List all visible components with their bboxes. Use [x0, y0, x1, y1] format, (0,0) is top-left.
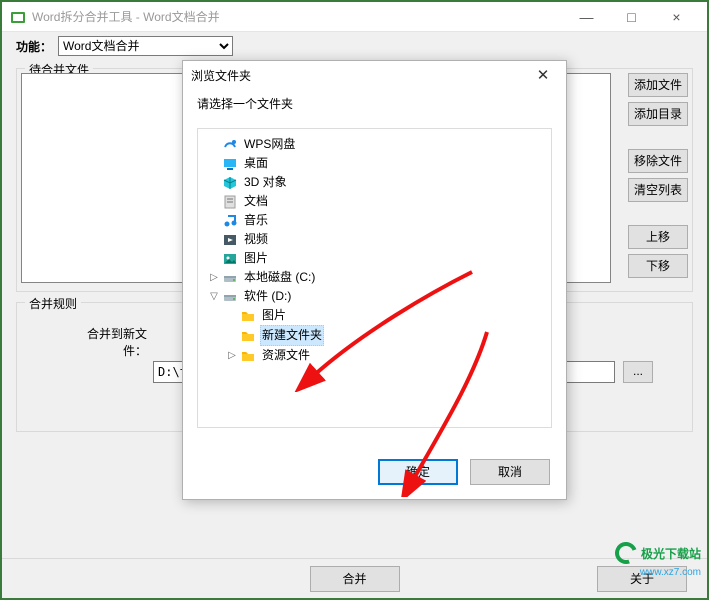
tree-item-label: 3D 对象 [242, 173, 289, 192]
drive-icon [222, 270, 238, 286]
tree-item[interactable]: WPS网盘 [208, 135, 547, 154]
move-up-button[interactable]: 上移 [628, 225, 688, 249]
function-label: 功能： [16, 38, 52, 55]
desktop-icon [222, 156, 238, 172]
remove-file-button[interactable]: 移除文件 [628, 149, 688, 173]
tree-item-label: 新建文件夹 [260, 325, 324, 346]
tree-item[interactable]: 图片 [208, 249, 547, 268]
ok-button[interactable]: 确定 [378, 459, 458, 485]
close-button[interactable]: × [654, 3, 699, 31]
watermark: 极光下载站 www.xz7.com [615, 542, 701, 564]
folder-tree[interactable]: WPS网盘桌面3D 对象文档音乐视频图片▷本地磁盘 (C:)▽软件 (D:)图片… [197, 128, 552, 428]
dialog-prompt: 请选择一个文件夹 [183, 89, 566, 120]
add-file-button[interactable]: 添加文件 [628, 73, 688, 97]
cancel-button[interactable]: 取消 [470, 459, 550, 485]
tree-item[interactable]: ▽ 软件 (D:) [208, 287, 547, 306]
tree-expander[interactable]: ▷ [226, 346, 238, 365]
tree-item-label: 图片 [242, 249, 270, 268]
tree-item[interactable]: 新建文件夹 [226, 325, 547, 346]
tree-item[interactable]: 图片 [226, 306, 547, 325]
app-icon [10, 9, 26, 25]
merge-button[interactable]: 合并 [310, 566, 400, 592]
folder-icon [240, 348, 256, 364]
drive-icon [222, 289, 238, 305]
move-down-button[interactable]: 下移 [628, 254, 688, 278]
tree-item-label: 软件 (D:) [242, 287, 293, 306]
tree-item-label: 桌面 [242, 154, 270, 173]
watermark-url: www.xz7.com [640, 567, 701, 578]
browse-folder-dialog: 浏览文件夹 ✕ 请选择一个文件夹 WPS网盘桌面3D 对象文档音乐视频图片▷本地… [182, 60, 567, 500]
pics-icon [222, 251, 238, 267]
tree-item-label: 资源文件 [260, 346, 312, 365]
main-window: Word拆分合并工具 - Word文档合并 — □ × 功能： Word文档合并… [2, 2, 707, 598]
tree-expander[interactable]: ▷ [208, 268, 220, 287]
function-select[interactable]: Word文档合并 [58, 36, 233, 56]
cube-icon [222, 175, 238, 191]
docs-icon [222, 194, 238, 210]
tree-item[interactable]: ▷ 本地磁盘 (C:) [208, 268, 547, 287]
dialog-close-button[interactable]: ✕ [528, 66, 558, 84]
merge-to-label: 合并到新文件： [65, 325, 147, 359]
watermark-text: 极光下载站 [641, 545, 701, 562]
tree-item[interactable]: 视频 [208, 230, 547, 249]
tree-item[interactable]: 3D 对象 [208, 173, 547, 192]
dialog-title: 浏览文件夹 [191, 67, 528, 84]
titlebar: Word拆分合并工具 - Word文档合并 — □ × [2, 2, 707, 32]
watermark-icon [611, 538, 640, 567]
tree-item-label: 音乐 [242, 211, 270, 230]
dialog-titlebar: 浏览文件夹 ✕ [183, 61, 566, 89]
tree-item-label: 视频 [242, 230, 270, 249]
rules-legend: 合并规则 [25, 295, 81, 312]
side-buttons: 添加文件 添加目录 移除文件 清空列表 上移 下移 [628, 73, 688, 283]
maximize-button[interactable]: □ [609, 3, 654, 31]
bottom-bar: 合并 关于 [2, 558, 707, 598]
tree-item[interactable]: 音乐 [208, 211, 547, 230]
minimize-button[interactable]: — [564, 3, 609, 31]
video-icon [222, 232, 238, 248]
tree-item-label: 文档 [242, 192, 270, 211]
wps-icon [222, 137, 238, 153]
tree-item[interactable]: 文档 [208, 192, 547, 211]
toolbar: 功能： Word文档合并 [2, 32, 707, 60]
browse-button[interactable]: ... [623, 361, 653, 383]
tree-item-label: WPS网盘 [242, 135, 297, 154]
window-title: Word拆分合并工具 - Word文档合并 [32, 8, 564, 25]
music-icon [222, 213, 238, 229]
tree-item-label: 本地磁盘 (C:) [242, 268, 317, 287]
tree-item[interactable]: 桌面 [208, 154, 547, 173]
tree-expander[interactable]: ▽ [208, 287, 220, 306]
tree-item-label: 图片 [260, 306, 288, 325]
add-dir-button[interactable]: 添加目录 [628, 102, 688, 126]
clear-list-button[interactable]: 清空列表 [628, 178, 688, 202]
folder-icon [240, 328, 256, 344]
folder-icon [240, 308, 256, 324]
tree-item[interactable]: ▷ 资源文件 [226, 346, 547, 365]
